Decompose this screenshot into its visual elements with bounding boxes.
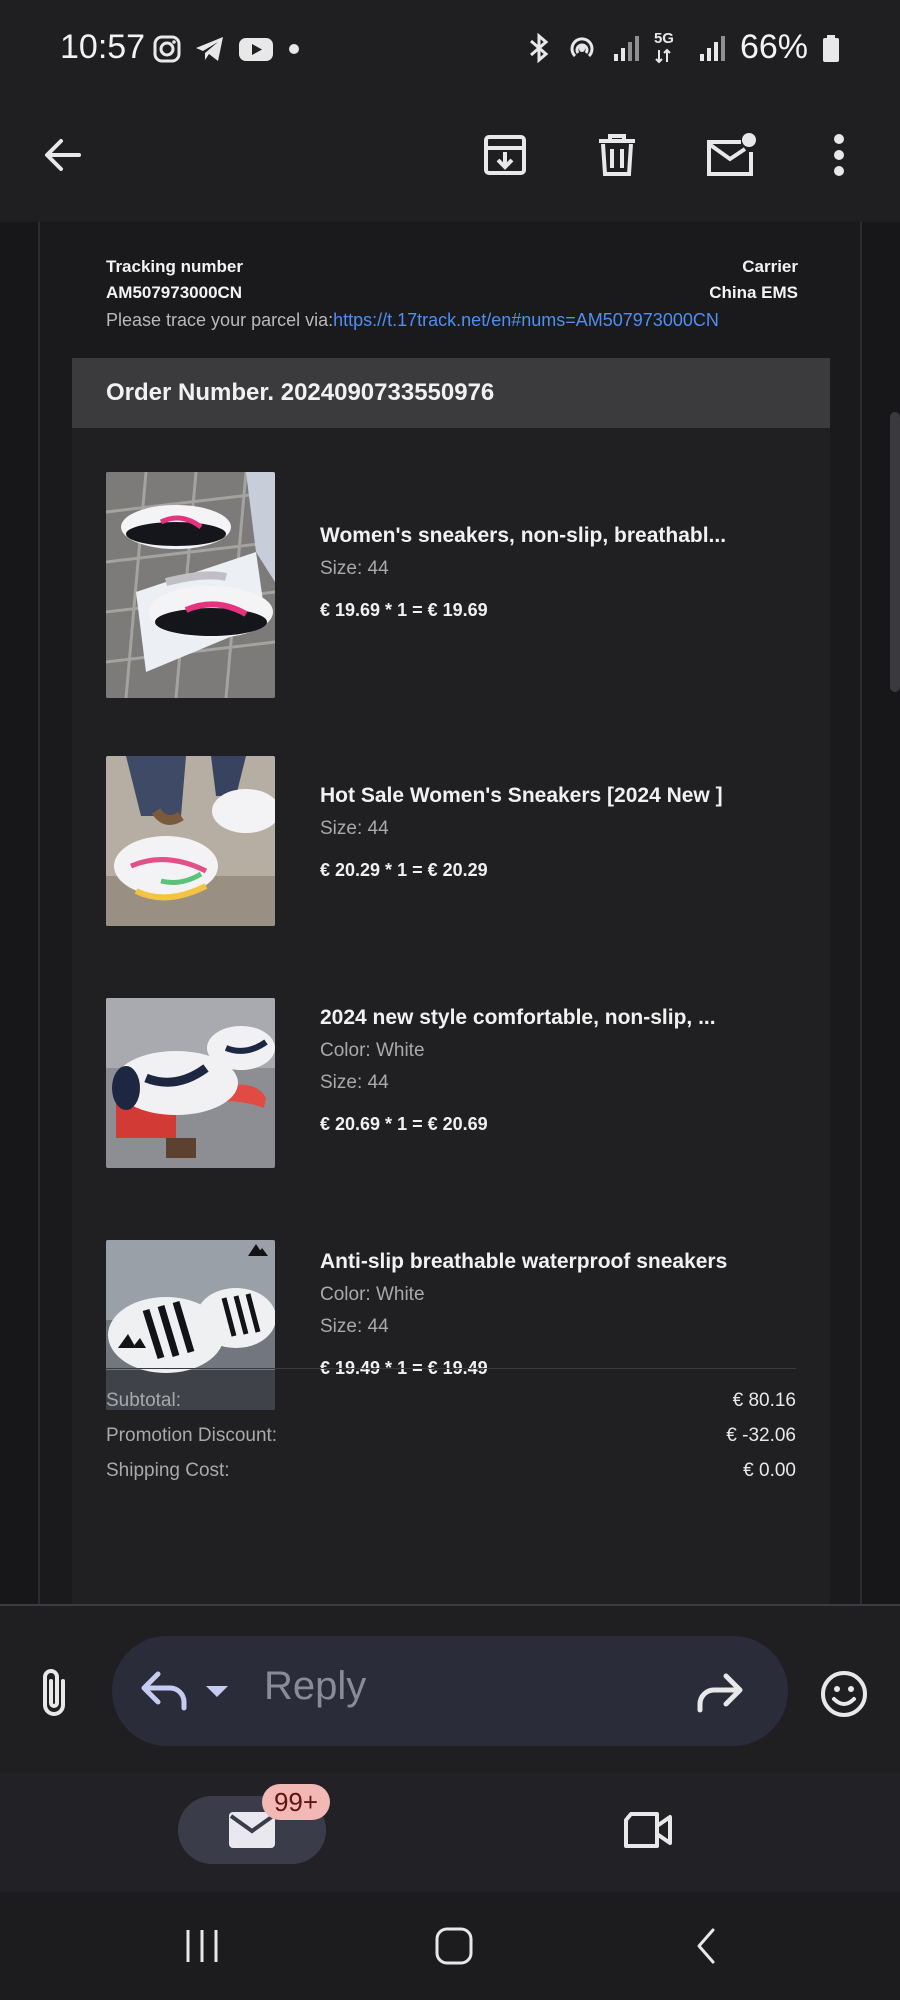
tracking-number: AM507973000CN: [106, 283, 243, 302]
carrier-name: China EMS: [709, 283, 798, 302]
totals-value: € 0.00: [743, 1460, 796, 1481]
product-image[interactable]: [106, 756, 275, 926]
dropdown-icon: [206, 1686, 228, 1697]
signal-5g-icon: 5G: [654, 30, 684, 64]
youtube-icon: [239, 38, 273, 61]
trace-line: Please trace your parcel via:https://t.1…: [106, 306, 798, 334]
attach-button[interactable]: [26, 1662, 82, 1722]
more-vert-icon: [834, 134, 844, 176]
notification-icons: [152, 34, 302, 64]
recents-icon: [186, 1930, 218, 1962]
emoji-icon: [821, 1671, 867, 1717]
home-button[interactable]: [424, 1920, 484, 1972]
battery-icon: [823, 34, 839, 62]
reply-placeholder: Reply: [264, 1664, 367, 1708]
product-image[interactable]: [106, 472, 275, 698]
item-size: Size: 44: [320, 818, 389, 839]
item-size: Size: 44: [320, 1072, 389, 1093]
home-icon: [435, 1927, 473, 1965]
totals-label: Shipping Cost:: [106, 1460, 230, 1481]
item-title: Women's sneakers, non-slip, breathabl...: [320, 524, 727, 547]
trash-icon: [599, 134, 635, 176]
email-frame: Tracking number Carrier AM507973000CN Ch…: [38, 222, 862, 1604]
item-title: Hot Sale Women's Sneakers [2024 New ]: [320, 784, 723, 807]
system-back-button[interactable]: [676, 1920, 736, 1972]
product-image[interactable]: [106, 1240, 275, 1410]
item-price: € 20.69 * 1 = € 20.69: [320, 1114, 488, 1134]
email-body[interactable]: Tracking number Carrier AM507973000CN Ch…: [0, 222, 900, 1604]
item-color: Color: White: [320, 1040, 425, 1061]
archive-button[interactable]: [470, 120, 540, 190]
reply-type-button[interactable]: [140, 1664, 250, 1718]
product-image[interactable]: [106, 998, 275, 1168]
item-price: € 19.69 * 1 = € 19.69: [320, 600, 488, 620]
mark-unread-icon: [707, 133, 756, 176]
status-time: 10:57: [60, 28, 146, 66]
recents-button[interactable]: [172, 1920, 232, 1972]
emoji-button[interactable]: [816, 1666, 872, 1722]
totals-row-shipping: Shipping Cost: € 0.00: [106, 1460, 796, 1495]
totals-value: € -32.06: [726, 1425, 796, 1446]
totals-divider: [106, 1368, 796, 1369]
trace-prefix: Please trace your parcel via:: [106, 310, 334, 330]
trace-link[interactable]: https://t.17track.net/en#nums=AM50797300…: [333, 310, 719, 330]
mark-unread-button[interactable]: [696, 120, 766, 190]
status-right: 5G 66%: [526, 28, 840, 67]
item-info: Hot Sale Women's Sneakers [2024 New ] Si…: [320, 784, 723, 881]
mail-unread-badge: 99+: [262, 1784, 330, 1820]
signal-icon-2: [699, 35, 725, 61]
back-icon: [697, 1928, 715, 1964]
order-details: Order Number. 2024090733550976 Women's s…: [72, 358, 830, 1604]
totals-value: € 80.16: [732, 1390, 796, 1411]
battery-level: 66%: [739, 28, 808, 66]
forward-button[interactable]: [692, 1666, 748, 1718]
hotspot-icon: [570, 36, 594, 57]
tracking-number-label: Tracking number: [106, 257, 243, 276]
instagram-icon: [153, 35, 181, 63]
order-number-header: Order Number. 2024090733550976: [72, 358, 830, 428]
nav-meet-tab[interactable]: [612, 1796, 684, 1864]
forward-icon: [697, 1673, 743, 1713]
dot-icon: [289, 44, 299, 54]
back-arrow-icon: [45, 139, 81, 171]
totals-label: Promotion Discount:: [106, 1425, 278, 1446]
tracking-info: Tracking number Carrier AM507973000CN Ch…: [106, 254, 798, 334]
video-meet-icon: [624, 1812, 672, 1848]
reply-input[interactable]: Reply: [112, 1636, 788, 1746]
item-size: Size: 44: [320, 558, 389, 579]
reply-bar: Reply: [0, 1604, 900, 1774]
item-color: Color: White: [320, 1284, 425, 1305]
item-price: € 20.29 * 1 = € 20.29: [320, 860, 488, 880]
totals-row-discount: Promotion Discount: € -32.06: [106, 1425, 796, 1460]
totals-label: Subtotal:: [106, 1390, 181, 1411]
scrollbar[interactable]: [890, 412, 900, 692]
bluetooth-icon: [529, 32, 549, 63]
archive-icon: [484, 135, 526, 175]
item-title: Anti-slip breathable waterproof sneakers: [320, 1250, 728, 1273]
item-info: Women's sneakers, non-slip, breathabl...…: [320, 524, 726, 621]
reply-icon: [141, 1671, 187, 1711]
status-bar: 10:57 5G 66%: [0, 0, 900, 100]
telegram-icon: [196, 37, 223, 61]
item-info: 2024 new style comfortable, non-slip, ..…: [320, 1006, 716, 1135]
bottom-navigation: 99+: [0, 1774, 900, 1892]
totals-row-subtotal: Subtotal: € 80.16: [106, 1390, 796, 1425]
system-navigation: [0, 1892, 900, 2000]
order-totals: Subtotal: € 80.16 Promotion Discount: € …: [106, 1390, 796, 1495]
item-size: Size: 44: [320, 1316, 389, 1337]
delete-button[interactable]: [582, 120, 652, 190]
back-button[interactable]: [28, 120, 98, 190]
attach-icon: [43, 1669, 65, 1716]
signal-icon: [613, 35, 639, 61]
carrier-label: Carrier: [742, 257, 798, 276]
item-title: 2024 new style comfortable, non-slip, ..…: [320, 1006, 716, 1029]
email-toolbar: [0, 100, 900, 222]
more-options-button[interactable]: [804, 120, 874, 190]
item-info: Anti-slip breathable waterproof sneakers…: [320, 1250, 727, 1379]
